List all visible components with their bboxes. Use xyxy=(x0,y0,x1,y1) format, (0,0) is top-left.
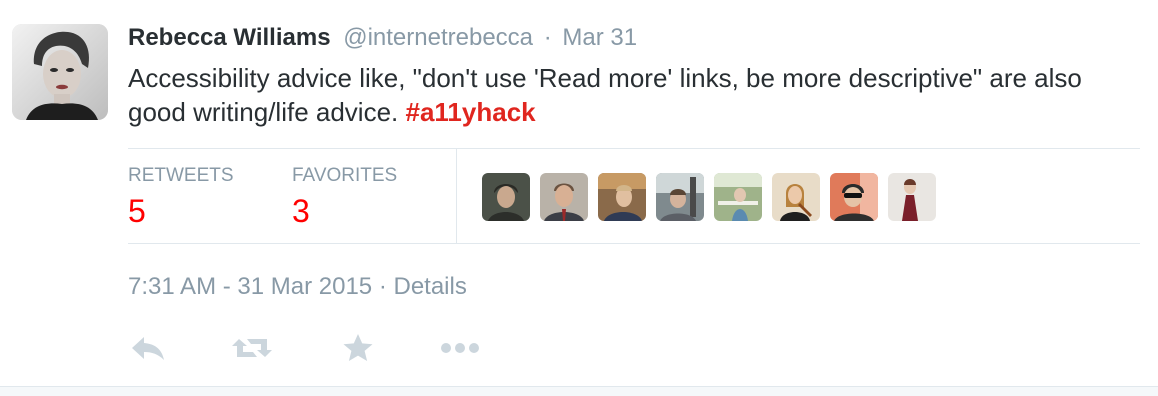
favorite-button[interactable] xyxy=(338,330,378,370)
details-link[interactable]: Details xyxy=(393,273,466,300)
more-button[interactable] xyxy=(440,330,480,370)
reply-button[interactable] xyxy=(128,330,168,370)
tweet-date[interactable]: Mar 31 xyxy=(562,24,637,51)
tweet-timestamp[interactable]: 7:31 AM - 31 Mar 2015 xyxy=(128,273,372,300)
favoriter-avatar[interactable] xyxy=(888,173,936,221)
favoriter-avatar[interactable] xyxy=(598,173,646,221)
star-icon xyxy=(342,333,374,368)
favoriter-avatar[interactable] xyxy=(714,173,762,221)
tweet-timestamp-row: 7:31 AM - 31 Mar 2015 · Details xyxy=(128,272,467,302)
retweets-stat[interactable]: RETWEETS 5 xyxy=(128,165,234,231)
tweet-text-body: Accessibility advice like, "don't use 'R… xyxy=(128,63,1082,127)
tweet-header: Rebecca Williams @internetrebecca · Mar … xyxy=(128,23,637,53)
favorites-count: 3 xyxy=(292,193,310,229)
favorites-label: FAVORITES xyxy=(292,165,398,186)
bottom-divider xyxy=(0,386,1158,396)
header-separator: · xyxy=(543,24,552,51)
favoriter-avatar[interactable] xyxy=(656,173,704,221)
favoriter-avatar[interactable] xyxy=(482,173,530,221)
favorites-stat[interactable]: FAVORITES 3 xyxy=(292,165,397,231)
retweet-button[interactable] xyxy=(232,330,272,370)
author-fullname[interactable]: Rebecca Williams xyxy=(128,24,331,51)
retweets-count: 5 xyxy=(128,193,146,229)
favoriter-avatar[interactable] xyxy=(540,173,588,221)
retweet-icon xyxy=(231,333,273,368)
favoriter-avatar[interactable] xyxy=(772,173,820,221)
tweet-stats: RETWEETS 5 FAVORITES 3 xyxy=(128,148,1140,244)
timestamp-separator: · xyxy=(378,273,387,300)
favoriter-avatar[interactable] xyxy=(830,173,878,221)
stats-divider xyxy=(456,149,457,243)
hashtag-link[interactable]: #a11yhack xyxy=(405,97,535,127)
tweet-card: Rebecca Williams @internetrebecca · Mar … xyxy=(0,0,1158,386)
retweets-label: RETWEETS xyxy=(128,165,234,186)
reply-icon xyxy=(130,333,166,368)
tweet-text: Accessibility advice like, "don't use 'R… xyxy=(128,61,1138,129)
more-dots-icon xyxy=(440,341,480,359)
author-username[interactable]: @internetrebecca xyxy=(343,24,533,51)
author-avatar[interactable] xyxy=(12,24,108,120)
